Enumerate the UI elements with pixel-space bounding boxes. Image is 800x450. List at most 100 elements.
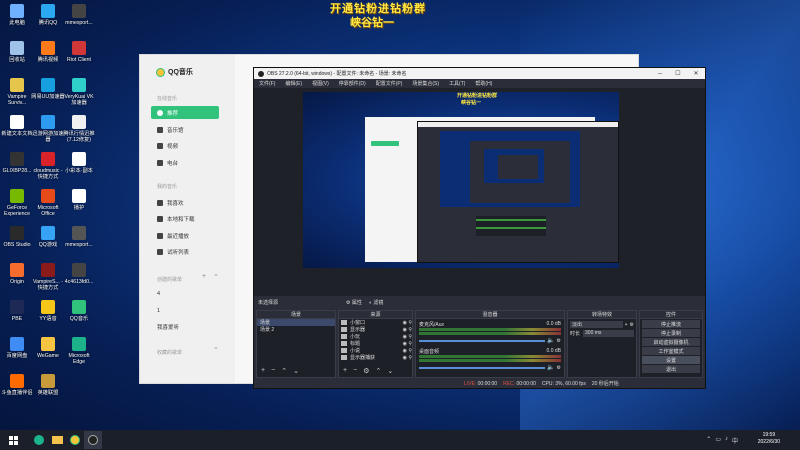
chevron-up-icon[interactable]: ⌃ — [213, 346, 219, 354]
maximize-button[interactable]: ☐ — [669, 68, 687, 79]
source-item[interactable]: 小窗口 ◉ ⚲ — [339, 319, 412, 326]
desktop-icon[interactable]: PBE — [0, 300, 34, 322]
desktop-icon[interactable]: 英雄联盟 — [31, 374, 65, 396]
menu-item[interactable]: 停靠部件(D) — [339, 80, 366, 87]
sidebar-item-recommend[interactable]: 推荐 — [151, 106, 219, 119]
visibility-icon[interactable]: ◉ ⚲ — [403, 341, 412, 347]
desktop-icon[interactable]: OBS Studio — [0, 226, 34, 248]
source-item[interactable]: 标题 ◉ ⚲ — [339, 340, 412, 347]
visibility-icon[interactable]: ◉ ⚲ — [403, 334, 412, 340]
ime-icon[interactable]: 中 — [732, 436, 738, 445]
properties-button[interactable]: ⚙ 属性 — [346, 299, 362, 306]
stop-streaming-button[interactable]: 停止推流 — [642, 320, 700, 328]
add-scene-icon[interactable]: + — [261, 367, 265, 375]
sidebar-item-local[interactable]: 本地和下载 — [151, 212, 219, 225]
transition-select[interactable]: 淡出 — [570, 321, 623, 328]
desktop-icon[interactable]: 腾讯视频 — [31, 41, 65, 63]
desktop-icon[interactable]: QQ游戏 — [31, 226, 65, 248]
scene-item[interactable]: 场景 2 — [257, 326, 335, 333]
menu-item[interactable]: 场景集合(S) — [412, 80, 439, 87]
desktop-icon[interactable]: WeGame — [31, 337, 65, 359]
desktop-icon[interactable]: Riot Client — [62, 41, 96, 63]
desktop-icon[interactable]: cloudmusic - 快捷方式 — [31, 152, 65, 180]
remove-scene-icon[interactable]: − — [271, 367, 275, 375]
desktop-icon[interactable]: 此电脑 — [0, 4, 34, 26]
desktop-icon[interactable]: 腾讯行情迅推(7.12修复) — [62, 115, 96, 143]
move-up-icon[interactable]: ⌃ — [281, 367, 287, 375]
gear-icon[interactable]: ⚙ — [557, 338, 561, 344]
exit-button[interactable]: 退出 — [642, 365, 700, 373]
windows-start-icon[interactable] — [4, 431, 22, 449]
desktop-icon[interactable]: 播护 — [62, 189, 96, 211]
filters-button[interactable]: ◐ 滤镜 — [369, 299, 383, 306]
desktop-icon[interactable]: QQ音乐 — [62, 300, 96, 322]
virtual-camera-button[interactable]: 启动虚拟摄像机 — [642, 338, 700, 346]
visibility-icon[interactable]: ◉ ⚲ — [403, 320, 412, 326]
add-playlist-button[interactable]: + — [202, 273, 206, 280]
move-up-icon[interactable]: ⌃ — [375, 367, 381, 375]
volume-slider[interactable] — [419, 339, 546, 342]
folder-icon[interactable] — [48, 431, 66, 449]
qq-music-taskbar-icon[interactable] — [66, 431, 84, 449]
menu-item[interactable]: 工具(T) — [449, 80, 465, 87]
desktop-icon[interactable]: 斗鱼直播伴侣 — [0, 374, 34, 396]
desktop-icon[interactable]: 4c4613fd0... — [62, 263, 96, 285]
desktop-icon[interactable]: Microsoft Office — [31, 189, 65, 217]
sidebar-item-trial[interactable]: 试听列表 — [151, 245, 219, 258]
remove-source-icon[interactable]: − — [353, 367, 357, 375]
sidebar-item-recent[interactable]: 最近播放 — [151, 229, 219, 242]
source-item[interactable]: 小说 ◉ ⚲ — [339, 347, 412, 354]
settings-button[interactable]: 设置 — [642, 356, 700, 364]
desktop-icon[interactable]: 小彩本·副本 — [62, 152, 96, 174]
source-item[interactable]: 显示器 ◉ ⚲ — [339, 326, 412, 333]
desktop-icon[interactable]: mmexport... — [62, 226, 96, 248]
chevron-up-icon[interactable]: ⌃ — [213, 273, 219, 281]
source-item[interactable]: 显示器捕获 ◉ ⚲ — [339, 354, 412, 361]
menu-item[interactable]: 帮助(H) — [475, 80, 492, 87]
desktop-icon[interactable]: 百度网盘 — [0, 337, 34, 359]
desktop-icon[interactable]: VeryKuai VK加速器 — [62, 78, 96, 106]
desktop-icon[interactable]: Vampire Surviv... — [0, 78, 34, 106]
close-button[interactable]: ✕ — [687, 68, 705, 79]
visibility-icon[interactable]: ◉ ⚲ — [403, 355, 412, 361]
sidebar-item-video[interactable]: 视频 — [151, 139, 219, 152]
playlist-item[interactable]: 我喜爱听 — [157, 323, 179, 331]
desktop-icon[interactable]: 回收站 — [0, 41, 34, 63]
network-icon[interactable]: ▭ — [715, 436, 721, 445]
desktop-icon[interactable]: mmexport... — [62, 4, 96, 26]
menu-item[interactable]: 文件(F) — [259, 80, 275, 87]
clock[interactable]: 19:59 2022/6/30 — [758, 432, 780, 446]
speaker-icon[interactable]: ♪ — [725, 436, 728, 445]
studio-mode-button[interactable]: 工作室模式 — [642, 347, 700, 355]
speaker-icon[interactable]: 🔈 — [547, 364, 554, 371]
gear-icon[interactable]: ⚙ — [557, 365, 561, 371]
obs-preview[interactable]: 开通钻粉进钻粉群 峡谷钻一 — [303, 92, 619, 268]
speaker-icon[interactable]: 🔈 — [547, 337, 554, 344]
desktop-icon[interactable]: 新建文本文档 — [0, 115, 34, 137]
desktop-icon[interactable]: VampireS... - 快捷方式 — [31, 263, 65, 291]
edge-icon[interactable] — [30, 431, 48, 449]
sidebar-item-radio[interactable]: 电台 — [151, 156, 219, 169]
add-transition-icon[interactable]: + — [625, 322, 628, 328]
source-item[interactable]: 小玩 ◉ ⚲ — [339, 333, 412, 340]
sidebar-item-music-hall[interactable]: 音乐馆 — [151, 123, 219, 136]
obs-window[interactable]: OBS 27.2.0 (64-bit, windows) - 配置文件: 未命名… — [253, 67, 706, 389]
visibility-icon[interactable]: ◉ ⚲ — [403, 348, 412, 354]
obs-taskbar-icon[interactable] — [84, 431, 102, 449]
desktop-icon[interactable]: 迅游网游加速器 — [31, 115, 65, 143]
gear-icon[interactable]: ⚙ — [630, 322, 634, 328]
desktop-icon[interactable]: 腾讯QQ — [31, 4, 65, 26]
desktop-icon[interactable]: Microsoft Edge — [62, 337, 96, 365]
desktop-icon[interactable]: 网易UU加速器 — [31, 78, 65, 100]
visibility-icon[interactable]: ◉ ⚲ — [403, 327, 412, 333]
scene-item[interactable]: 场景 — [257, 319, 335, 326]
stop-recording-button[interactable]: 停止录制 — [642, 329, 700, 337]
minimize-button[interactable]: ─ — [651, 68, 669, 79]
menu-item[interactable]: 视图(V) — [312, 80, 329, 87]
sidebar-item-favorites[interactable]: 我喜欢 — [151, 196, 219, 209]
gear-icon[interactable]: ⚙ — [363, 367, 369, 375]
menu-item[interactable]: 配置文件(P) — [376, 80, 403, 87]
chevron-up-icon[interactable]: ⌃ — [706, 436, 711, 445]
move-down-icon[interactable]: ⌄ — [293, 367, 299, 375]
add-source-icon[interactable]: + — [343, 367, 347, 375]
